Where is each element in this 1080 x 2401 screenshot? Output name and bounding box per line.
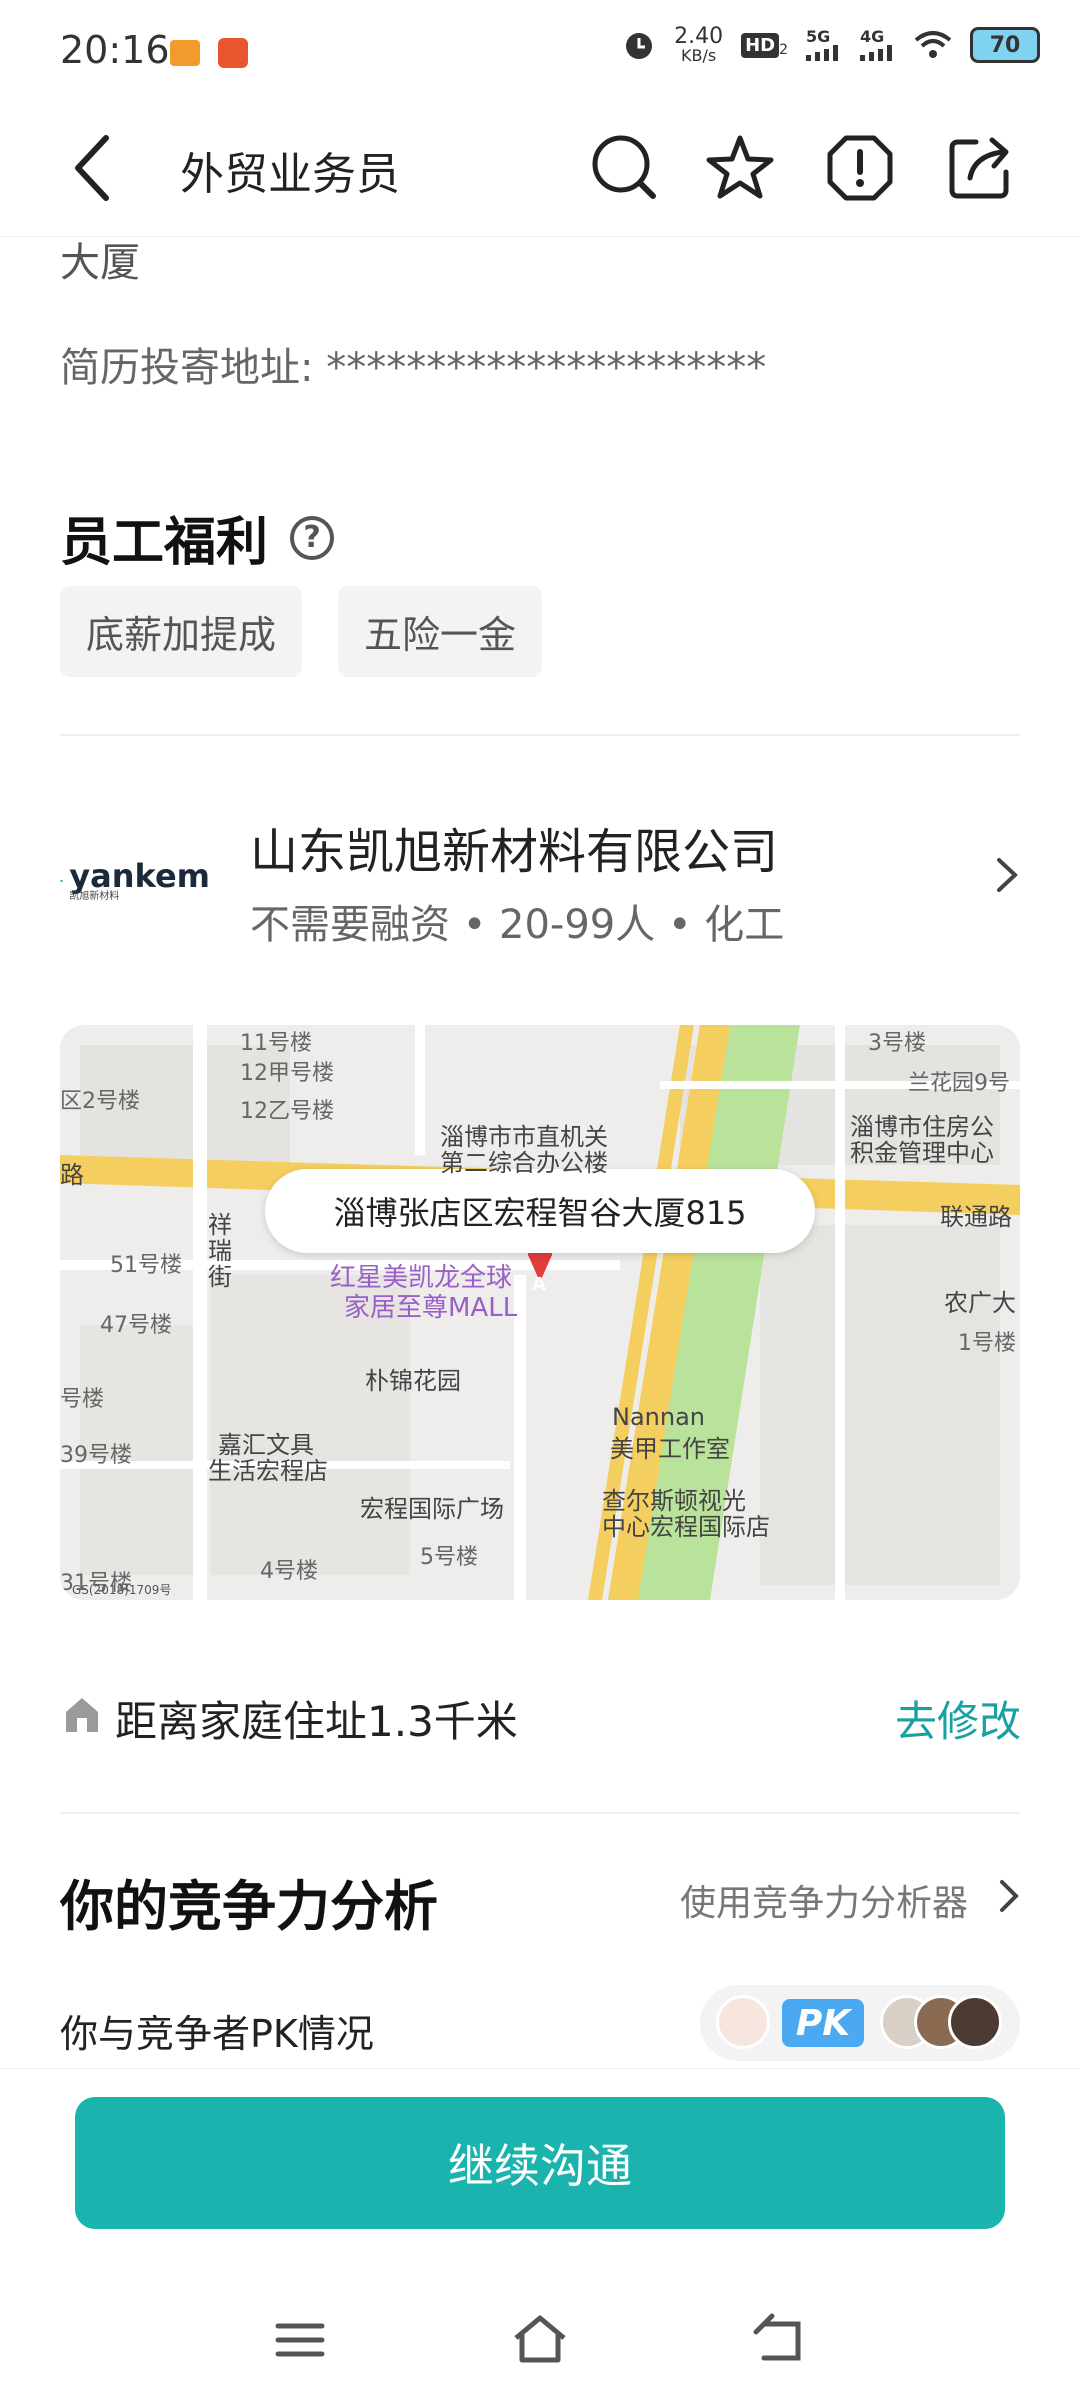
resume-address-value: ********************** [326,345,767,391]
avatar [716,1995,770,2049]
benefits-section-title: 员工福利 ? [60,500,335,575]
status-time: 20:16 [60,28,170,72]
menu-icon[interactable] [270,2310,330,2370]
divider [60,734,1020,736]
edit-home-address-link[interactable]: 去修改 [895,1688,1021,1749]
chevron-right-icon [1000,1880,1019,1912]
yankem-logo-mark [60,879,64,883]
benefit-tag: 五险一金 [338,586,543,677]
home-distance-text: 距离家庭住址1.3千米 [115,1697,518,1746]
signal-5g-icon: 5G [806,29,842,61]
wifi-icon [914,31,952,58]
app-notification-icon-2 [218,38,248,68]
page-title: 外贸业务员 [180,149,400,200]
resume-address-label: 简历投寄地址: [60,345,314,391]
company-meta: 不需要融资 • 20-99人 • 化工 [250,902,785,948]
top-nav-bar: 外贸业务员 [0,100,1080,237]
map-marker-letter: A [532,1274,546,1295]
status-bar: 20:16 2.40 KB/s HD 2 5G 4G 70 [0,0,1080,100]
search-icon[interactable] [585,128,665,208]
report-warning-icon[interactable] [820,128,900,208]
signal-4g-icon: 4G [860,29,896,61]
back-arrow-icon[interactable] [62,130,122,206]
map-copyright: GS(2018)1709号 [72,1583,172,1597]
job-address-tail: 大厦 [60,240,140,286]
map-address-callout: 淄博张店区宏程智谷大厦815 [265,1169,815,1253]
alarm-icon [626,33,653,59]
company-logo: yankem 凯旭新材料 [60,858,210,904]
continue-chat-button[interactable]: 继续沟通 [75,2097,1005,2229]
location-map[interactable]: 淄博张店区宏程智谷大厦815 A 11号楼 12甲号楼 12乙号楼 区2号楼 淄… [60,1025,1020,1600]
help-question-icon[interactable]: ? [290,515,335,560]
back-nav-icon[interactable] [750,2310,810,2370]
benefit-tag: 底薪加提成 [60,586,303,677]
pk-avatars[interactable]: PK [700,1985,1020,2061]
competition-analyzer-link[interactable]: 使用竞争力分析器 [680,1874,968,1926]
home-nav-icon[interactable] [510,2310,570,2370]
star-favorite-icon[interactable] [700,128,780,208]
pk-badge: PK [782,1999,864,2047]
competition-section-title: 你的竞争力分析 [60,1875,438,1938]
app-notification-icon [170,40,200,66]
chevron-right-icon [997,858,1018,892]
benefit-tags: 底薪加提成 五险一金 [60,586,543,677]
battery-icon: 70 [970,27,1040,63]
avatar [948,1995,1002,2049]
pk-status-label: 你与竞争者PK情况 [60,2012,374,2056]
resume-address-row: 简历投寄地址: ********************** [60,335,766,393]
company-name: 山东凯旭新材料有限公司 [250,824,779,880]
share-icon[interactable] [940,128,1020,208]
status-icons: 2.40 KB/s HD 2 5G 4G 70 [622,26,1040,64]
hd-icon: HD 2 [741,32,788,58]
net-speed: 2.40 KB/s [674,24,724,65]
home-icon [66,1698,98,1732]
divider [60,1812,1020,1814]
